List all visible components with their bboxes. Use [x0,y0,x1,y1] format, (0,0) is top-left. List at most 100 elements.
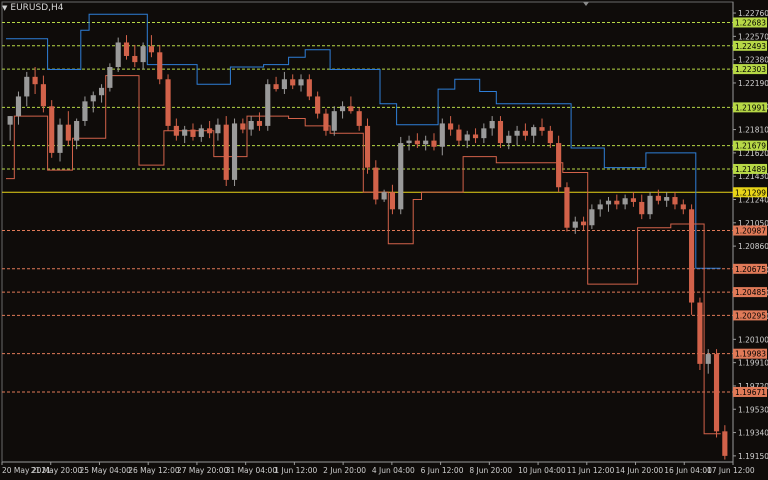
candle-body [190,129,196,137]
candle [472,128,479,144]
time-tick-label: 31 May 04:00 [226,466,278,475]
candle [57,118,63,162]
candle-body [240,123,246,130]
candle-body [49,106,55,153]
candle-body [713,354,720,432]
candle-body [140,46,146,63]
candle-body [472,134,479,139]
candle [439,118,445,156]
time-tick-label: 21 May 20:00 [31,466,83,475]
candle [639,194,645,220]
candle [306,74,312,101]
candle-body [356,111,362,126]
candle-body [348,106,354,112]
candle [680,199,686,215]
candle [722,425,728,460]
candle [107,63,113,92]
price-tick-label: 1.20100 [738,335,768,344]
price-tick-label: 1.22190 [738,79,768,88]
candle-body [547,130,553,144]
candle-body [722,431,728,456]
resistance-level-label: 1.22493 [735,42,766,51]
candle-body [655,195,661,201]
candle [580,216,587,231]
time-tick-label: 10 Jun 04:00 [518,466,566,475]
candle-body [173,125,179,136]
candle [697,297,703,370]
candle [207,120,213,139]
candle-body [680,204,686,210]
candle [531,124,537,144]
candle-body [489,120,495,129]
support-level-label: 1.19983 [735,350,766,359]
support-level-label: 1.19671 [735,388,766,397]
candle [148,35,155,58]
price-chart[interactable]: 1.227601.225701.223801.221901.220001.218… [0,0,768,480]
candle-body [331,111,337,131]
candle-body [423,140,429,145]
candle [456,124,462,146]
current-price-label: 1.21299 [735,188,766,197]
candle [248,116,254,136]
candle [290,74,296,90]
candle [24,71,30,107]
candle [231,118,238,186]
candle [132,44,138,68]
price-tick-label: 1.22380 [738,56,768,65]
resistance-level-label: 1.21679 [735,142,766,151]
candle [622,194,628,210]
candle-body [456,129,462,141]
price-tick-label: 1.20860 [738,242,768,251]
time-tick-label: 4 Jun 04:00 [372,466,415,475]
candle-body [90,95,96,102]
candle-body [514,130,520,136]
candle [506,130,512,150]
candle [373,160,379,205]
candle [489,116,495,136]
candle [315,91,321,119]
candle [157,44,163,85]
candle [539,118,545,136]
candle-body [580,221,587,226]
candle-body [431,140,437,147]
candle-body [572,221,578,228]
resistance-level-label: 1.22303 [735,65,766,74]
price-tick-label: 1.19530 [738,405,768,414]
price-tick-label: 1.19150 [738,452,768,461]
candle-body [564,187,570,228]
candle-body [589,209,595,226]
lower-channel-band [6,75,721,435]
support-level-label: 1.20675 [735,265,766,274]
candle-body [315,96,321,114]
candle-body [24,76,30,97]
candle [589,204,595,229]
candle [614,194,620,210]
candle [173,118,179,141]
candle [406,135,412,151]
candle-body [215,124,221,134]
candle-body [339,106,346,112]
candle-body [439,123,445,147]
candle [240,118,246,134]
candle [256,112,263,131]
candle-body [207,128,213,134]
candle-body [98,87,105,96]
candle [423,135,429,151]
candle-body [115,42,121,68]
candle-body [74,120,80,141]
support-level-label: 1.20485 [735,288,766,297]
candle [49,100,55,158]
candle-body [689,209,695,303]
time-tick-label: 11 Jun 12:00 [567,466,615,475]
time-tick-label: 17 Jun 12:00 [707,466,755,475]
candle-body [148,46,155,53]
chart-window: ▼ EURUSD,H4 1.22760 1.22570 1.22380 1.22190… [0,0,768,480]
candle-body [65,124,71,141]
candle-body [7,116,13,125]
candle [389,184,396,215]
candle-body [290,79,296,86]
candle [689,204,695,315]
candle-body [630,198,637,202]
support-level-label: 1.20987 [735,227,766,236]
candle-body [198,128,204,137]
